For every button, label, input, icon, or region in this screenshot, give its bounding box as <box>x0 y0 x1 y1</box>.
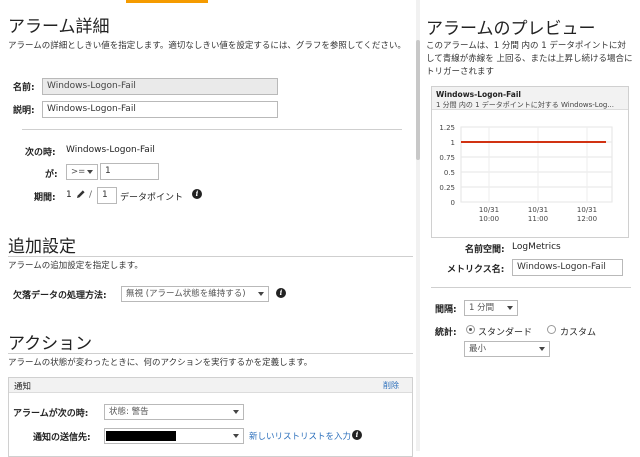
interval-value: 1 分間 <box>469 303 495 313</box>
interval-select[interactable]: 1 分間 <box>464 300 518 316</box>
operator-value: >= <box>71 167 86 177</box>
statistic-select[interactable]: 最小 <box>464 341 550 357</box>
x-tick-time: 11:00 <box>528 215 548 223</box>
info-icon[interactable]: i <box>276 288 286 298</box>
preview-chart-panel: Windows-Logon-Fail 1 分間 内の 1 データポイントに対する… <box>431 86 629 238</box>
y-tick-label: 1 <box>451 139 455 147</box>
send-to-select[interactable] <box>104 428 244 444</box>
actions-divider <box>8 353 413 354</box>
alarm-state-label: アラームが次の時: <box>13 409 89 419</box>
x-tick-date: 10/31 <box>479 206 499 214</box>
chevron-down-icon <box>539 347 545 351</box>
chart-title: Windows-Logon-Fail <box>436 90 522 99</box>
missing-data-value: 無視 (アラーム状態を維持する) <box>126 289 246 299</box>
y-tick-label: 1.25 <box>439 124 455 132</box>
statistic-value: 最小 <box>469 344 487 354</box>
operator-select[interactable]: >= <box>66 164 98 180</box>
period-slash: / <box>89 190 93 200</box>
y-tick-label: 0 <box>451 199 455 207</box>
x-tick-date: 10/31 <box>577 206 597 214</box>
period-count: 1 <box>66 190 72 200</box>
chart-subtitle: 1 分間 内の 1 データポイントに対する Windows-Log... <box>436 101 614 109</box>
redacted-topic <box>106 431 176 441</box>
scrollbar-thumb[interactable] <box>416 40 420 160</box>
chevron-down-icon <box>507 306 513 310</box>
threshold-input[interactable]: 1 <box>100 163 159 180</box>
datapoints-label: データポイント <box>120 193 184 203</box>
alarm-state-value: 状態: 警告 <box>109 407 149 417</box>
y-tick-label: 0.75 <box>439 154 455 162</box>
delete-link[interactable]: 削除 <box>383 380 399 391</box>
namespace-label: 名前空間: <box>465 245 505 255</box>
y-tick-label: 0.5 <box>444 169 455 177</box>
metric-name-input[interactable]: Windows-Logon-Fail <box>512 259 623 276</box>
period-label: 期間: <box>34 193 56 203</box>
x-tick-time: 10:00 <box>479 215 499 223</box>
x-tick-time: 12:00 <box>577 215 597 223</box>
when-label: 次の時: <box>25 148 56 158</box>
name-input[interactable]: Windows-Logon-Fail <box>42 78 278 95</box>
alarm-details-heading: アラーム詳細 <box>8 17 110 37</box>
active-tab-indicator <box>126 0 208 3</box>
datapoints-input[interactable]: 1 <box>97 187 117 204</box>
chevron-down-icon <box>87 170 93 174</box>
custom-radio-label[interactable]: カスタム <box>560 325 596 338</box>
chevron-down-icon <box>258 292 264 296</box>
additional-divider <box>8 256 413 257</box>
statistic-label: 統計: <box>435 328 457 338</box>
interval-label: 間隔: <box>435 305 457 315</box>
alarm-preview-description: このアラームは、1 分間 内の 1 データポイントに対して青線が赤線を 上回る、… <box>426 41 633 77</box>
send-to-label: 通知の送信先: <box>33 433 91 443</box>
missing-data-select[interactable]: 無視 (アラーム状態を維持する) <box>121 286 269 302</box>
is-label: が: <box>45 170 58 180</box>
additional-settings-heading: 追加設定 <box>8 237 76 257</box>
actions-description: アラームの状態が変わったときに、何のアクションを実行するかを定義します。 <box>8 358 313 368</box>
description-input[interactable]: Windows-Logon-Fail <box>42 101 278 118</box>
info-icon[interactable]: i <box>192 189 202 199</box>
alarm-preview-heading: アラームのプレビュー <box>426 19 596 39</box>
notification-panel: 通知 削除 アラームが次の時: 状態: 警告 通知の送信先: 新しいリスト リス… <box>8 377 413 457</box>
metric-name-label: メトリクス名: <box>447 265 505 275</box>
alarm-state-select[interactable]: 状態: 警告 <box>104 404 244 420</box>
new-list-link[interactable]: 新しいリスト <box>249 430 300 442</box>
notification-title: 通知 <box>14 382 32 392</box>
notification-panel-header <box>9 378 412 393</box>
enter-list-link[interactable]: リストを入力 <box>300 430 351 442</box>
standard-radio-label[interactable]: スタンダード <box>478 325 532 338</box>
y-tick-label: 0.25 <box>439 184 455 192</box>
when-metric-value: Windows-Logon-Fail <box>66 145 155 155</box>
preview-divider <box>431 287 631 288</box>
chevron-down-icon <box>233 434 239 438</box>
x-tick-date: 10/31 <box>528 206 548 214</box>
chevron-down-icon <box>233 410 239 414</box>
namespace-value: LogMetrics <box>512 242 561 252</box>
additional-settings-description: アラームの追加設定を指定します。 <box>8 261 143 271</box>
actions-heading: アクション <box>8 334 93 354</box>
standard-radio[interactable] <box>466 325 475 334</box>
custom-radio[interactable] <box>547 325 556 334</box>
missing-data-label: 欠落データの処理方法: <box>13 291 107 301</box>
plot-area <box>460 126 613 203</box>
details-divider <box>22 129 402 130</box>
name-label: 名前: <box>13 83 35 93</box>
info-icon[interactable]: i <box>352 430 362 440</box>
pencil-icon[interactable] <box>76 189 86 199</box>
description-label: 説明: <box>13 106 35 116</box>
preview-chart: 1.2510.750.50.25010/3110:0010/3111:0010/… <box>439 124 613 223</box>
alarm-details-description: アラームの詳細としきい値を指定します。適切なしきい値を設定するには、グラフを参照… <box>8 41 406 51</box>
